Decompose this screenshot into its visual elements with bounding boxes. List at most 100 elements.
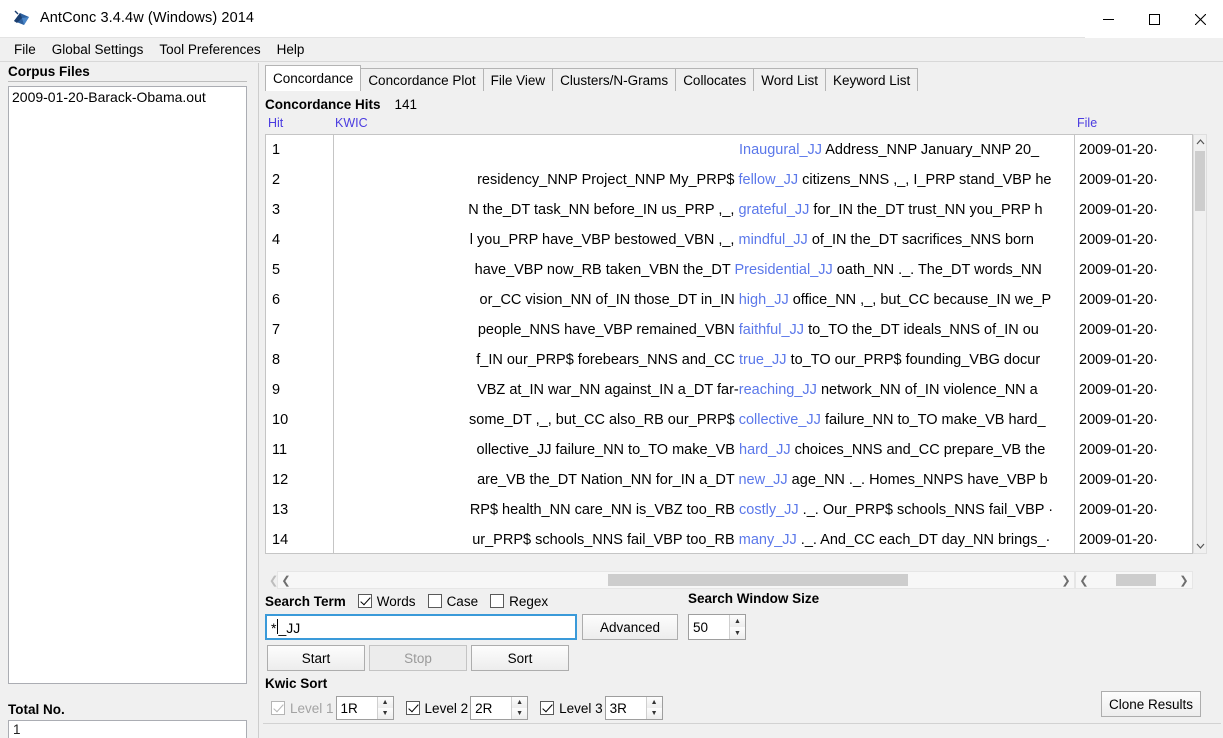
table-row[interactable]: VBZ at_IN war_NN against_IN a_DT far-rea… — [334, 375, 1074, 405]
kwic-keyword[interactable]: mindful_JJ — [738, 232, 807, 248]
table-row[interactable]: 2009-01-20· — [1075, 375, 1192, 405]
stepper-arrows[interactable]: ▲ ▼ — [646, 697, 662, 719]
stepper-down-icon[interactable]: ▼ — [730, 627, 745, 639]
checkbox-box-level-2[interactable] — [406, 701, 420, 715]
level-3-stepper[interactable]: 3R ▲ ▼ — [605, 696, 663, 720]
regex-checkbox[interactable]: Regex — [490, 594, 548, 609]
table-row[interactable]: 9 — [266, 375, 333, 405]
table-row[interactable]: 3 — [266, 195, 333, 225]
stepper-up-icon[interactable]: ▲ — [730, 615, 745, 627]
kwic-scroll-right-icon[interactable]: ❯ — [1058, 572, 1074, 588]
kwic-keyword[interactable]: grateful_JJ — [738, 202, 809, 218]
kwic-keyword[interactable]: fellow_JJ — [738, 172, 798, 188]
table-row[interactable]: ur_PRP$ schools_NNS fail_VBP too_RB many… — [334, 525, 1074, 554]
stop-button[interactable]: Stop — [369, 645, 467, 671]
table-row[interactable]: 2 — [266, 165, 333, 195]
kwic-keyword[interactable]: faithful_JJ — [739, 322, 804, 338]
kwic-keyword[interactable]: collective_JJ — [739, 412, 821, 428]
stepper-up-icon[interactable]: ▲ — [647, 697, 662, 708]
words-checkbox[interactable]: Words — [358, 594, 416, 609]
level-2-stepper[interactable]: 2R ▲ ▼ — [470, 696, 528, 720]
kwic-sort-level-2[interactable]: Level 2 2R ▲ ▼ — [406, 696, 537, 720]
menu-global-settings[interactable]: Global Settings — [44, 40, 152, 59]
kwic-keyword[interactable]: hard_JJ — [739, 442, 791, 458]
table-row[interactable]: 2009-01-20· — [1075, 255, 1192, 285]
tab-concordance-plot[interactable]: Concordance Plot — [360, 68, 483, 91]
table-row[interactable]: 2009-01-20· — [1075, 435, 1192, 465]
tab-word-list[interactable]: Word List — [753, 68, 826, 91]
level-1-stepper[interactable]: 1R ▲ ▼ — [336, 696, 394, 720]
checkbox-box-words[interactable] — [358, 594, 372, 608]
stepper-up-icon[interactable]: ▲ — [378, 697, 393, 708]
table-row[interactable]: 4 — [266, 225, 333, 255]
scroll-up-icon[interactable] — [1194, 135, 1206, 149]
table-row[interactable]: 2009-01-20· — [1075, 315, 1192, 345]
kwic-keyword[interactable]: true_JJ — [739, 352, 787, 368]
list-item[interactable]: 2009-01-20-Barack-Obama.out — [9, 87, 246, 107]
stepper-arrows[interactable]: ▲ ▼ — [377, 697, 393, 719]
table-vertical-scrollbar[interactable] — [1193, 134, 1207, 554]
table-row[interactable]: N the_DT task_NN before_IN us_PRP ,_, gr… — [334, 195, 1074, 225]
table-row[interactable]: 2009-01-20· — [1075, 405, 1192, 435]
tab-clusters-ngrams[interactable]: Clusters/N-Grams — [552, 68, 676, 91]
table-row[interactable]: RP$ health_NN care_NN is_VBZ too_RB cost… — [334, 495, 1074, 525]
table-row[interactable]: 2009-01-20· — [1075, 135, 1192, 165]
file-scroll-right-icon[interactable]: ❯ — [1176, 572, 1192, 588]
tab-collocates[interactable]: Collocates — [675, 68, 754, 91]
table-row[interactable]: ollective_JJ failure_NN to_TO make_VB ha… — [334, 435, 1074, 465]
checkbox-box-regex[interactable] — [490, 594, 504, 608]
file-horizontal-scrollbar[interactable]: ❮ ❯ — [1075, 571, 1193, 589]
table-row[interactable]: residency_NNP Project_NNP My_PRP$ fellow… — [334, 165, 1074, 195]
file-scroll-left-icon[interactable]: ❮ — [1076, 572, 1092, 588]
table-row[interactable]: 2009-01-20· — [1075, 495, 1192, 525]
table-row[interactable]: l you_PRP have_VBP bestowed_VBN ,_, mind… — [334, 225, 1074, 255]
column-header-hit[interactable]: Hit — [268, 116, 283, 134]
table-row[interactable]: 2009-01-20· — [1075, 345, 1192, 375]
start-button[interactable]: Start — [267, 645, 365, 671]
kwic-horizontal-scrollbar[interactable]: ❮ ❯ — [277, 571, 1075, 589]
kwic-keyword[interactable]: many_JJ — [739, 532, 797, 548]
table-row[interactable]: f_IN our_PRP$ forebears_NNS and_CC true_… — [334, 345, 1074, 375]
table-row[interactable]: are_VB the_DT Nation_NN for_IN a_DT new_… — [334, 465, 1074, 495]
tab-concordance[interactable]: Concordance — [265, 65, 361, 91]
file-scroll-thumb[interactable] — [1116, 574, 1156, 586]
stepper-down-icon[interactable]: ▼ — [512, 708, 527, 719]
kwic-keyword[interactable]: new_JJ — [738, 472, 787, 488]
column-header-kwic[interactable]: KWIC — [335, 116, 368, 134]
table-row[interactable]: 2009-01-20· — [1075, 525, 1192, 554]
maximize-button[interactable] — [1131, 0, 1177, 38]
sort-button[interactable]: Sort — [471, 645, 569, 671]
menu-help[interactable]: Help — [269, 40, 313, 59]
kwic-sort-level-1[interactable]: Level 1 1R ▲ ▼ — [271, 696, 402, 720]
table-row[interactable]: 11 — [266, 435, 333, 465]
kwic-sort-level-3[interactable]: Level 3 3R ▲ ▼ — [540, 696, 671, 720]
search-input[interactable]: *_JJ — [265, 614, 577, 640]
table-row[interactable]: 6 — [266, 285, 333, 315]
table-row[interactable]: 2009-01-20· — [1075, 225, 1192, 255]
kwic-keyword[interactable]: high_JJ — [739, 292, 789, 308]
stepper-arrows[interactable]: ▲ ▼ — [729, 615, 745, 639]
table-row[interactable]: 10 — [266, 405, 333, 435]
scroll-down-icon[interactable] — [1194, 539, 1206, 553]
kwic-scroll-left-icon[interactable]: ❮ — [278, 572, 294, 588]
table-row[interactable]: Inaugural_JJ Address_NNP January_NNP 20_ — [334, 135, 1074, 165]
table-row[interactable]: people_NNS have_VBP remained_VBN faithfu… — [334, 315, 1074, 345]
table-row[interactable]: 12 — [266, 465, 333, 495]
tab-file-view[interactable]: File View — [483, 68, 554, 91]
column-header-file[interactable]: File — [1077, 116, 1097, 134]
kwic-keyword[interactable]: Inaugural_JJ — [739, 142, 822, 158]
table-row[interactable]: 2009-01-20· — [1075, 465, 1192, 495]
table-row[interactable]: 2009-01-20· — [1075, 165, 1192, 195]
stepper-down-icon[interactable]: ▼ — [647, 708, 662, 719]
table-row[interactable]: some_DT ,_, but_CC also_RB our_PRP$ coll… — [334, 405, 1074, 435]
clone-results-button[interactable]: Clone Results — [1101, 691, 1201, 717]
checkbox-box-case[interactable] — [428, 594, 442, 608]
table-row[interactable]: 14 — [266, 525, 333, 554]
stepper-up-icon[interactable]: ▲ — [512, 697, 527, 708]
table-row[interactable]: 1 — [266, 135, 333, 165]
kwic-keyword[interactable]: costly_JJ — [739, 502, 799, 518]
kwic-scroll-thumb[interactable] — [608, 574, 908, 586]
menu-file[interactable]: File — [6, 40, 44, 59]
table-row[interactable]: 2009-01-20· — [1075, 195, 1192, 225]
kwic-keyword[interactable]: Presidential_JJ — [734, 262, 832, 278]
